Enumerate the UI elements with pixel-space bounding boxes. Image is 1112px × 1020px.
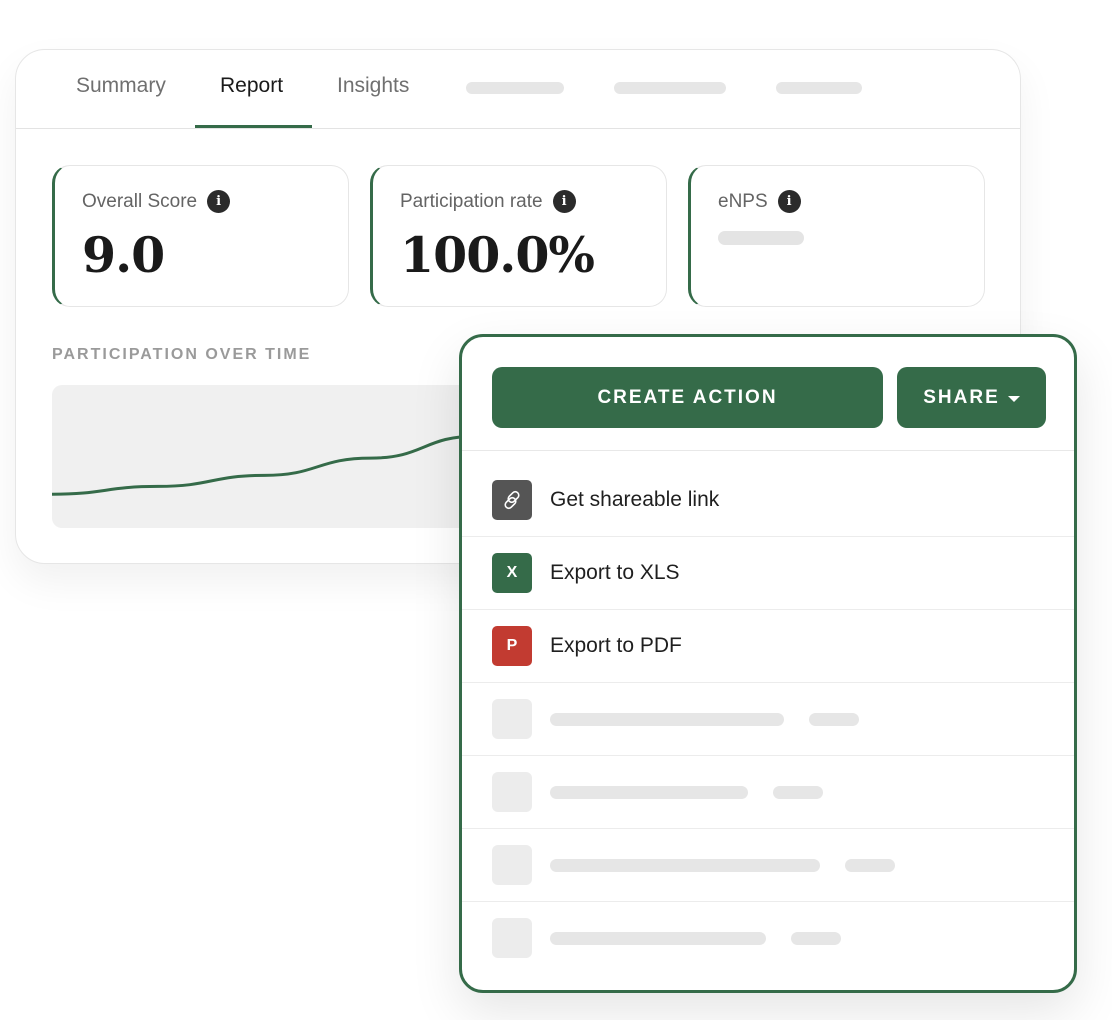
- placeholder-icon: [492, 699, 532, 739]
- placeholder-bar: [550, 932, 766, 945]
- section-title: PARTICIPATION OVER TIME: [52, 346, 312, 363]
- stat-label-row: Overall Score i: [82, 190, 231, 213]
- placeholder-icon: [492, 845, 532, 885]
- menu-item-placeholder: [462, 902, 1074, 975]
- pdf-icon: P: [492, 626, 532, 666]
- menu-item-export-pdf[interactable]: P Export to PDF: [462, 610, 1074, 683]
- link-icon-glyph: [504, 490, 520, 510]
- stat-card-enps: eNPS i: [688, 165, 985, 307]
- tab-placeholder: [466, 82, 564, 94]
- info-icon[interactable]: i: [207, 190, 231, 213]
- placeholder-bar: [773, 786, 823, 799]
- menu-item-placeholder: [462, 829, 1074, 902]
- tab-summary[interactable]: Summary: [76, 74, 166, 98]
- tab-placeholder: [776, 82, 862, 94]
- placeholder-icon: [492, 772, 532, 812]
- menu-item-label: Export to PDF: [550, 634, 682, 657]
- placeholder-bar: [550, 786, 748, 799]
- tab-bar: Summary Report Insights: [16, 50, 1020, 129]
- tab-placeholder: [614, 82, 726, 94]
- stage: Summary Report Insights Overall Score i …: [0, 0, 1112, 1020]
- placeholder-icon: [492, 918, 532, 958]
- stat-value: 9.0: [82, 226, 165, 284]
- tab-report[interactable]: Report: [220, 74, 283, 98]
- placeholder-bar: [809, 713, 859, 726]
- menu-item-placeholder: [462, 756, 1074, 829]
- stat-card-participation-rate: Participation rate i 100.0%: [370, 165, 667, 307]
- divider: [462, 450, 1074, 451]
- menu-item-label: Get shareable link: [550, 488, 720, 511]
- placeholder-bar: [791, 932, 841, 945]
- menu-item-get-shareable-link[interactable]: Get shareable link: [462, 464, 1074, 537]
- xls-icon: X: [492, 553, 532, 593]
- active-tab-indicator: [195, 125, 312, 128]
- menu-item-export-xls[interactable]: X Export to XLS: [462, 537, 1074, 610]
- info-icon[interactable]: i: [777, 190, 801, 213]
- stat-value-placeholder: [718, 231, 804, 245]
- stat-label: eNPS: [718, 190, 768, 212]
- link-icon: [492, 480, 532, 520]
- share-button[interactable]: SHARE: [897, 367, 1046, 428]
- stat-label: Overall Score: [82, 190, 198, 212]
- menu-item-label: Export to XLS: [550, 561, 680, 584]
- stat-value: 100.0%: [400, 226, 595, 284]
- stat-card-overall-score: Overall Score i 9.0: [52, 165, 349, 307]
- stat-label-row: Participation rate i: [400, 190, 576, 213]
- menu-item-placeholder: [462, 683, 1074, 756]
- placeholder-bar: [550, 859, 820, 872]
- stat-label: Participation rate: [400, 190, 543, 212]
- tab-insights[interactable]: Insights: [337, 74, 409, 98]
- share-dropdown-panel: CREATE ACTION SHARE Get shareable link X…: [459, 334, 1077, 993]
- share-button-label: SHARE: [923, 386, 1000, 408]
- create-action-button[interactable]: CREATE ACTION: [492, 367, 883, 428]
- placeholder-bar: [550, 713, 784, 726]
- caret-down-icon: [1007, 395, 1020, 402]
- participation-line: [52, 434, 478, 496]
- info-icon[interactable]: i: [552, 190, 576, 213]
- stat-label-row: eNPS i: [718, 190, 801, 213]
- placeholder-bar: [845, 859, 895, 872]
